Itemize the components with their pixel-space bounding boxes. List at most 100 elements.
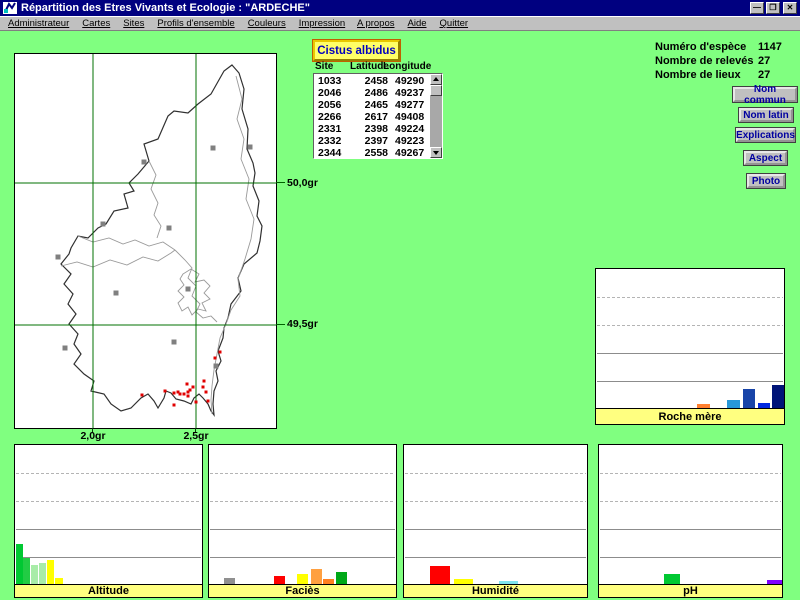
altitude-bar <box>39 563 46 585</box>
maximize-button[interactable]: ❐ <box>766 2 780 14</box>
nom-latin-button[interactable]: Nom latin <box>739 108 793 122</box>
chart-title-ph: pH <box>599 584 782 597</box>
chart-title-roche-mere: Roche mère <box>596 408 784 424</box>
explications-button[interactable]: Explications <box>736 128 795 142</box>
menu-item-quitter[interactable]: Quitter <box>440 18 469 29</box>
cell-site: 2046 <box>314 87 350 99</box>
triangle-up-icon <box>433 77 439 81</box>
chart-area <box>404 445 587 585</box>
stat-label: Nombre de lieux <box>655 69 758 83</box>
stat-value: 1147 <box>758 41 795 55</box>
menu-item-aide[interactable]: Aide <box>408 18 427 29</box>
cell-longitude: 49237 <box>388 87 430 99</box>
chart-area <box>599 445 782 585</box>
table-row[interactable]: 2344255849267 <box>314 147 430 158</box>
cell-latitude: 2486 <box>350 87 388 99</box>
chart-title-facies: Faciès <box>209 584 396 597</box>
gridline <box>16 557 201 558</box>
roche-bar <box>743 389 755 409</box>
lat-label-495: 49,5gr <box>287 318 318 330</box>
chart-area <box>15 445 202 585</box>
gridline <box>600 473 781 474</box>
stat-label: Numéro d'espèce <box>655 41 758 55</box>
menu-item-impression[interactable]: Impression <box>299 18 345 29</box>
table-row[interactable]: 2332239749223 <box>314 135 430 147</box>
chart-title-humidite: Humidité <box>404 584 587 597</box>
app-icon <box>3 2 17 14</box>
gridline <box>16 501 201 502</box>
photo-button[interactable]: Photo <box>747 174 785 188</box>
gridline <box>16 473 201 474</box>
gridline <box>600 529 781 530</box>
gridline <box>597 325 783 326</box>
lon-label-20: 2,0gr <box>76 430 110 442</box>
gridline <box>405 557 586 558</box>
table-row[interactable]: 1033245849290 <box>314 75 430 87</box>
cell-site: 1033 <box>314 75 350 87</box>
aspect-button[interactable]: Aspect <box>744 151 787 165</box>
menu-item-sites[interactable]: Sites <box>123 18 144 29</box>
menu-item-couleurs[interactable]: Couleurs <box>248 18 286 29</box>
col-header-site: Site <box>315 61 333 72</box>
cell-longitude: 49223 <box>388 135 430 147</box>
cell-site: 2332 <box>314 135 350 147</box>
records-scrollbar[interactable] <box>430 74 442 158</box>
minimize-button[interactable]: — <box>750 2 764 14</box>
table-row[interactable]: 2056246549277 <box>314 99 430 111</box>
scrollbar-thumb[interactable] <box>430 85 442 96</box>
stat-value: 27 <box>758 55 795 69</box>
map-panel[interactable] <box>14 53 277 429</box>
gridline <box>405 473 586 474</box>
window-title: Répartition des Etres Vivants et Ecologi… <box>21 2 310 14</box>
cell-latitude: 2558 <box>350 147 388 158</box>
cell-longitude: 49408 <box>388 111 430 123</box>
ardeche-map <box>15 54 276 428</box>
records-listbox[interactable]: 1033245849290204624864923720562465492772… <box>313 73 443 159</box>
cell-latitude: 2465 <box>350 99 388 111</box>
menu-right-group: A propos Aide Quitter <box>357 18 468 29</box>
stat-numero-espece: Numéro d'espèce 1147 <box>655 41 795 55</box>
chart-panel-altitude: Altitude <box>14 444 203 598</box>
species-occurrence-dots <box>141 351 222 407</box>
lon-label-25: 2,5gr <box>179 430 213 442</box>
gridline <box>210 473 395 474</box>
menu-item-administrateur[interactable]: Administrateur <box>8 18 69 29</box>
stat-label: Nombre de relevés <box>655 55 758 69</box>
cell-site: 2266 <box>314 111 350 123</box>
gridline <box>597 297 783 298</box>
cell-longitude: 49267 <box>388 147 430 158</box>
interior-boundaries <box>61 76 254 414</box>
table-row[interactable]: 2266261749408 <box>314 111 430 123</box>
scroll-up-button[interactable] <box>430 74 442 85</box>
species-name: Cistus albidus <box>317 45 396 57</box>
chart-panel-ph: pH <box>598 444 783 598</box>
close-button[interactable]: ✕ <box>783 2 797 14</box>
roche-bar <box>772 385 784 409</box>
chart-panel-facies: Faciès <box>208 444 397 598</box>
cell-longitude: 49224 <box>388 123 430 135</box>
chart-area <box>596 269 784 409</box>
cell-site: 2331 <box>314 123 350 135</box>
gridline <box>210 529 395 530</box>
species-name-box: Cistus albidus <box>313 40 400 61</box>
gridline <box>405 529 586 530</box>
cell-site: 2056 <box>314 99 350 111</box>
nom-commun-button[interactable]: Nom commun <box>733 87 797 102</box>
cell-latitude: 2398 <box>350 123 388 135</box>
altitude-bar <box>47 560 54 585</box>
cell-longitude: 49277 <box>388 99 430 111</box>
menu-item-profils-d-ensemble[interactable]: Profils d'ensemble <box>157 18 234 29</box>
gridline <box>600 557 781 558</box>
menu-item-cartes[interactable]: Cartes <box>82 18 110 29</box>
altitude-bar <box>31 565 38 585</box>
gridline <box>600 501 781 502</box>
table-row[interactable]: 2331239849224 <box>314 123 430 135</box>
scroll-down-button[interactable] <box>430 147 442 158</box>
gridline <box>210 557 395 558</box>
table-row[interactable]: 2046248649237 <box>314 87 430 99</box>
lat-tick <box>276 324 285 325</box>
chart-panel-humidite: Humidité <box>403 444 588 598</box>
menu-item-a-propos[interactable]: A propos <box>357 18 395 29</box>
chart-area <box>209 445 396 585</box>
cell-latitude: 2458 <box>350 75 388 87</box>
